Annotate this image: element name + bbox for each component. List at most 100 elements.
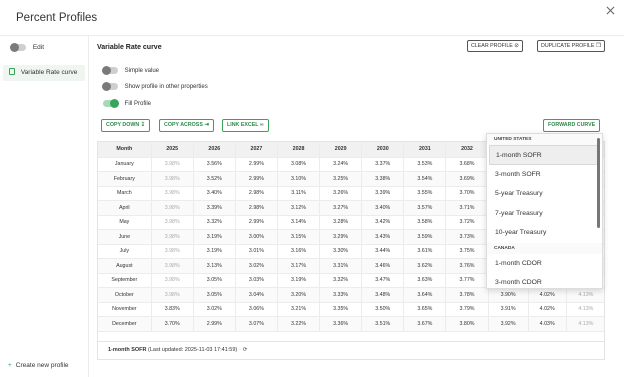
dropdown-option[interactable]: 1-month CDOR: [489, 254, 598, 274]
rate-cell[interactable]: 3.24%: [319, 157, 363, 172]
dropdown-option[interactable]: 3-month SOFR: [489, 165, 598, 185]
rate-cell[interactable]: 3.98%: [151, 157, 194, 172]
rate-cell[interactable]: 4.02%: [528, 302, 567, 317]
rate-cell[interactable]: 3.61%: [403, 244, 447, 259]
rate-cell[interactable]: 3.16%: [277, 244, 321, 259]
rate-cell[interactable]: 3.69%: [445, 171, 489, 187]
rate-cell[interactable]: 3.14%: [277, 215, 321, 230]
rate-cell[interactable]: 2.99%: [235, 157, 278, 172]
rate-cell[interactable]: 3.27%: [319, 200, 363, 216]
rate-cell[interactable]: 3.05%: [193, 287, 236, 303]
rate-cell[interactable]: 3.32%: [193, 215, 236, 230]
rate-cell[interactable]: 3.33%: [319, 287, 363, 303]
rate-cell[interactable]: 2.99%: [235, 215, 278, 230]
dropdown-option[interactable]: 3-month CDOR: [489, 273, 598, 288]
rate-cell[interactable]: 3.50%: [361, 302, 405, 317]
link-excel-button[interactable]: LINK EXCEL ∞: [222, 119, 269, 132]
show-profile-toggle[interactable]: [102, 82, 118, 91]
rate-cell[interactable]: 3.37%: [361, 157, 405, 172]
rate-cell[interactable]: 4.13%: [566, 316, 604, 332]
rate-cell[interactable]: 3.46%: [361, 258, 405, 274]
rate-cell[interactable]: 3.51%: [361, 316, 405, 332]
rate-cell[interactable]: 3.02%: [235, 258, 278, 274]
rate-cell[interactable]: 3.98%: [151, 229, 194, 245]
rate-cell[interactable]: 3.67%: [403, 316, 447, 332]
dropdown-option[interactable]: 7-year Treasury: [489, 204, 598, 224]
rate-cell[interactable]: 3.19%: [193, 244, 236, 259]
rate-cell[interactable]: 3.30%: [319, 244, 363, 259]
rate-cell[interactable]: 3.40%: [361, 200, 405, 216]
rate-cell[interactable]: 3.36%: [319, 316, 363, 332]
refresh-icon[interactable]: ⟳: [243, 347, 248, 353]
rate-cell[interactable]: 3.72%: [445, 215, 489, 230]
rate-cell[interactable]: 3.70%: [445, 186, 489, 201]
rate-cell[interactable]: 3.76%: [445, 258, 489, 274]
rate-cell[interactable]: 3.07%: [235, 316, 278, 332]
rate-cell[interactable]: 2.99%: [193, 316, 236, 332]
rate-cell[interactable]: 3.05%: [193, 273, 236, 288]
rate-cell[interactable]: 3.06%: [235, 302, 278, 317]
rate-cell[interactable]: 4.13%: [566, 302, 604, 317]
rate-cell[interactable]: 3.54%: [403, 171, 447, 187]
rate-cell[interactable]: 3.65%: [403, 302, 447, 317]
rate-cell[interactable]: 3.02%: [193, 302, 236, 317]
rate-cell[interactable]: 3.92%: [488, 316, 529, 332]
rate-cell[interactable]: 3.52%: [193, 171, 236, 187]
clear-profile-button[interactable]: CLEAR PROFILE ⊘: [467, 40, 523, 52]
fill-profile-toggle[interactable]: [103, 99, 119, 108]
rate-cell[interactable]: 3.75%: [445, 244, 489, 259]
rate-cell[interactable]: 4.02%: [528, 287, 567, 303]
rate-cell[interactable]: 3.32%: [319, 273, 363, 288]
rate-cell[interactable]: 3.79%: [445, 302, 489, 317]
rate-cell[interactable]: 3.55%: [403, 186, 447, 201]
rate-cell[interactable]: 3.56%: [193, 157, 236, 172]
rate-cell[interactable]: 3.53%: [403, 157, 447, 172]
edit-toggle[interactable]: [10, 43, 26, 52]
rate-cell[interactable]: 3.59%: [403, 229, 447, 245]
rate-cell[interactable]: 3.47%: [361, 273, 405, 288]
rate-cell[interactable]: 3.19%: [277, 273, 321, 288]
rate-cell[interactable]: 3.98%: [151, 287, 194, 303]
rate-cell[interactable]: 3.73%: [445, 229, 489, 245]
rate-cell[interactable]: 3.12%: [277, 200, 321, 216]
rate-cell[interactable]: 3.29%: [319, 229, 363, 245]
rate-cell[interactable]: 3.43%: [361, 229, 405, 245]
rate-cell[interactable]: 3.19%: [193, 229, 236, 245]
rate-cell[interactable]: 3.98%: [151, 186, 194, 201]
duplicate-profile-button[interactable]: DUPLICATE PROFILE ❐: [537, 40, 605, 52]
rate-cell[interactable]: 4.13%: [566, 287, 604, 303]
rate-cell[interactable]: 3.04%: [235, 287, 278, 303]
rate-cell[interactable]: 3.58%: [403, 215, 447, 230]
dropdown-option[interactable]: 5-year Treasury: [489, 184, 598, 204]
rate-cell[interactable]: 3.71%: [445, 200, 489, 216]
rate-cell[interactable]: 3.80%: [445, 316, 489, 332]
rate-cell[interactable]: 3.25%: [319, 171, 363, 187]
rate-cell[interactable]: 3.68%: [445, 157, 489, 172]
rate-cell[interactable]: 2.98%: [235, 186, 278, 201]
rate-cell[interactable]: 3.98%: [151, 200, 194, 216]
rate-cell[interactable]: 3.78%: [445, 287, 489, 303]
rate-cell[interactable]: 3.21%: [277, 302, 321, 317]
rate-cell[interactable]: 3.98%: [151, 273, 194, 288]
dropdown-scrollbar[interactable]: [597, 138, 600, 228]
rate-cell[interactable]: 3.01%: [235, 244, 278, 259]
rate-cell[interactable]: 3.10%: [277, 171, 321, 187]
rate-cell[interactable]: 3.62%: [403, 258, 447, 274]
rate-cell[interactable]: 3.42%: [361, 215, 405, 230]
rate-cell[interactable]: 3.35%: [319, 302, 363, 317]
rate-cell[interactable]: 3.39%: [193, 200, 236, 216]
close-icon[interactable]: [604, 6, 616, 18]
simple-value-toggle[interactable]: [102, 66, 118, 75]
rate-cell[interactable]: 3.48%: [361, 287, 405, 303]
dropdown-option[interactable]: 10-year Treasury: [489, 223, 598, 243]
rate-cell[interactable]: 3.98%: [151, 171, 194, 187]
rate-cell[interactable]: 3.00%: [235, 229, 278, 245]
rate-cell[interactable]: 4.03%: [528, 316, 567, 332]
rate-cell[interactable]: 3.98%: [151, 258, 194, 274]
rate-cell[interactable]: 3.13%: [193, 258, 236, 274]
rate-cell[interactable]: 3.38%: [361, 171, 405, 187]
rate-cell[interactable]: 3.40%: [193, 186, 236, 201]
rate-cell[interactable]: 3.77%: [445, 273, 489, 288]
rate-cell[interactable]: 3.63%: [403, 273, 447, 288]
rate-cell[interactable]: 3.39%: [361, 186, 405, 201]
